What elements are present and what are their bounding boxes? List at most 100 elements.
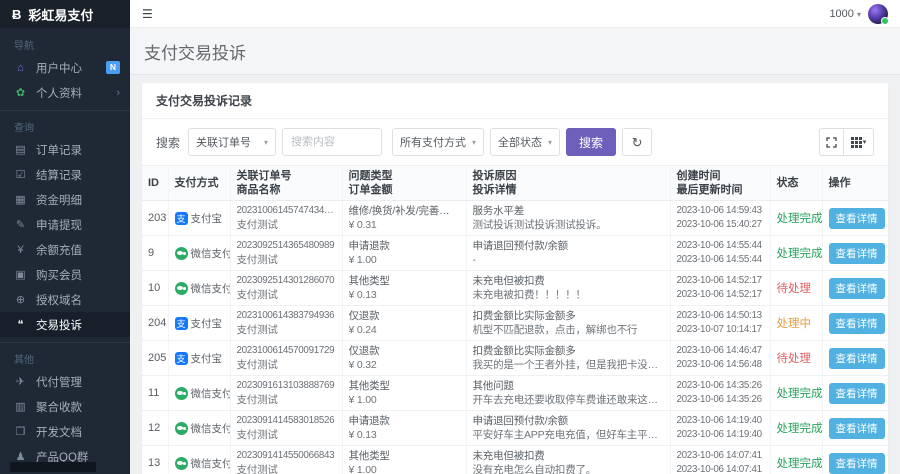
pay-method-label: 微信支付 <box>191 281 231 296</box>
cell-id: 205 <box>142 341 168 376</box>
cell-order: 2023100614570091729支付测试 <box>230 341 342 376</box>
wechat-icon <box>175 247 188 260</box>
pay-method-select[interactable]: 所有支付方式 ▾ <box>392 128 484 156</box>
cell-order: 20231006145747434482支付测试 <box>230 201 342 236</box>
main-area: ☰ 1000 ▾ 支付交易投诉 支付交易投诉记录 搜索 关联订单号 ▾ <box>130 0 900 474</box>
cell-action: 查看详情 <box>822 446 888 474</box>
search-field-select[interactable]: 关联订单号 ▾ <box>188 128 276 156</box>
calendar-icon: ▦ <box>14 193 27 206</box>
card-icon: ▥ <box>14 400 27 413</box>
table-row: 13微信支付2023091414550066843支付测试其他类型¥ 1.00未… <box>142 446 888 474</box>
sidebar-item-dev-docs[interactable]: ❐开发文档 <box>0 419 130 444</box>
send-icon: ✈ <box>14 375 27 388</box>
status-select[interactable]: 全部状态 ▾ <box>490 128 560 156</box>
cell-issue-type: 其他类型¥ 1.00 <box>342 376 466 411</box>
balance-dropdown[interactable]: 1000 ▾ <box>829 8 861 20</box>
view-details-button[interactable]: 查看详情 <box>829 243 885 264</box>
sidebar-section: 导航⌂用户中心N✿个人资料› <box>0 28 130 105</box>
cell-pay-method: 微信支付 <box>168 446 230 474</box>
view-details-button[interactable]: 查看详情 <box>829 278 885 299</box>
cell-order: 2023100614383794936支付测试 <box>230 306 342 341</box>
sidebar-item-transaction-complaints[interactable]: ❝交易投诉 <box>0 312 130 337</box>
cell-action: 查看详情 <box>822 236 888 271</box>
sidebar-item-buy-membership[interactable]: ▣ 购买会员 <box>0 262 130 287</box>
fullscreen-button[interactable] <box>819 128 844 156</box>
sidebar-item-label: 购买会员 <box>36 267 82 283</box>
cell-id: 204 <box>142 306 168 341</box>
search-field-value: 关联订单号 <box>196 134 251 150</box>
sidebar-item-settlement-records[interactable]: ☑结算记录 <box>0 162 130 187</box>
cell-issue-type: 仅退款¥ 0.32 <box>342 341 466 376</box>
cell-time: 2023-10-06 14:52:172023-10-06 14:52:17 <box>670 271 770 306</box>
cell-reason: 申请退回预付款/余额平安好车主APP充电充值，但好车主平台充电不成功... <box>466 411 670 446</box>
cell-reason: 申请退回预付款/余额- <box>466 236 670 271</box>
table-body: 203支付宝20231006145747434482支付测试维修/换货/补发/完… <box>142 201 888 474</box>
view-details-button[interactable]: 查看详情 <box>829 208 885 229</box>
check-square-icon: ☑ <box>14 168 27 181</box>
column-header: 投诉原因投诉详情 <box>466 166 670 201</box>
alipay-icon <box>175 317 188 330</box>
status-badge: 处理完成 <box>777 248 823 260</box>
pay-method-value: 所有支付方式 <box>400 134 466 150</box>
sidebar-section-label: 其他 <box>0 343 130 369</box>
sidebar-item-authorized-domains[interactable]: ⊕授权域名 <box>0 287 130 312</box>
columns-button[interactable]: ▾ <box>843 128 874 156</box>
sidebar-item-withdraw-apply[interactable]: ✎申请提现 <box>0 212 130 237</box>
sidebar-item-aggregate-collection[interactable]: ▥ 聚合收款 <box>0 394 130 419</box>
cell-pay-method: 微信支付 <box>168 376 230 411</box>
refresh-button[interactable]: ↻ <box>622 128 652 156</box>
cell-id: 12 <box>142 411 168 446</box>
sidebar-toggle-icon[interactable]: ☰ <box>142 7 153 21</box>
sidebar-item-order-records[interactable]: ▤订单记录 <box>0 137 130 162</box>
yen-icon: ¥ <box>14 244 27 256</box>
cell-reason: 未充电但被扣费未充电被扣费！！！！！ <box>466 271 670 306</box>
sidebar-section-label: 导航 <box>0 29 130 55</box>
chevron-down-icon: ▾ <box>264 138 268 147</box>
cell-id: 9 <box>142 236 168 271</box>
view-details-button[interactable]: 查看详情 <box>829 313 885 334</box>
home-icon: ⌂ <box>14 62 27 74</box>
search-toolbar: 搜索 关联订单号 ▾ 所有支付方式 ▾ 全部状态 ▾ 搜索 <box>142 119 888 165</box>
cell-order: 2023092514301286070支付测试 <box>230 271 342 306</box>
cell-issue-type: 申请退款¥ 1.00 <box>342 236 466 271</box>
cell-id: 203 <box>142 201 168 236</box>
pay-method-label: 支付宝 <box>191 211 223 226</box>
brand-title: 彩虹易支付 <box>28 5 93 24</box>
cell-pay-method: 支付宝 <box>168 201 230 236</box>
topbar: ☰ 1000 ▾ <box>130 0 900 28</box>
sidebar-item-fund-details[interactable]: ▦ 资金明细 <box>0 187 130 212</box>
view-details-button[interactable]: 查看详情 <box>829 453 885 474</box>
table-row: 203支付宝20231006145747434482支付测试维修/换货/补发/完… <box>142 201 888 236</box>
status-badge: 处理完成 <box>777 458 823 470</box>
sidebar-item-user-center[interactable]: ⌂用户中心N <box>0 55 130 80</box>
view-details-button[interactable]: 查看详情 <box>829 348 885 369</box>
cell-pay-method: 支付宝 <box>168 306 230 341</box>
cart-icon: ▣ <box>14 268 27 281</box>
view-details-button[interactable]: 查看详情 <box>829 383 885 404</box>
cell-time: 2023-10-06 14:50:132023-10-07 10:14:17 <box>670 306 770 341</box>
cell-order: 2023091613103888769支付测试 <box>230 376 342 411</box>
view-details-button[interactable]: 查看详情 <box>829 418 885 439</box>
page-title: 支付交易投诉 <box>144 39 886 64</box>
cell-order: 2023091414550066843支付测试 <box>230 446 342 474</box>
search-input[interactable] <box>282 128 382 156</box>
alipay-icon <box>175 212 188 225</box>
refresh-icon: ↻ <box>632 135 643 150</box>
cell-id: 10 <box>142 271 168 306</box>
wechat-icon <box>175 387 188 400</box>
page-header: 支付交易投诉 <box>130 28 900 75</box>
pay-method-label: 微信支付 <box>191 246 231 261</box>
sidebar-item-label: 聚合收款 <box>36 399 82 415</box>
status-badge: 待处理 <box>777 353 812 365</box>
sidebar-item-label: 个人资料 <box>36 85 82 101</box>
sidebar-item-label: 资金明细 <box>36 192 82 208</box>
cell-status: 处理中 <box>770 306 822 341</box>
cell-status: 处理完成 <box>770 411 822 446</box>
avatar[interactable] <box>868 4 888 24</box>
book-icon: ❐ <box>14 425 27 438</box>
sidebar-item-balance-recharge[interactable]: ¥余额充值 <box>0 237 130 262</box>
sidebar-item-profile[interactable]: ✿个人资料› <box>0 80 130 105</box>
search-button[interactable]: 搜索 <box>566 128 616 156</box>
sidebar-item-payout-management[interactable]: ✈代付管理 <box>0 369 130 394</box>
brand[interactable]: Ƀ 彩虹易支付 <box>0 0 130 28</box>
